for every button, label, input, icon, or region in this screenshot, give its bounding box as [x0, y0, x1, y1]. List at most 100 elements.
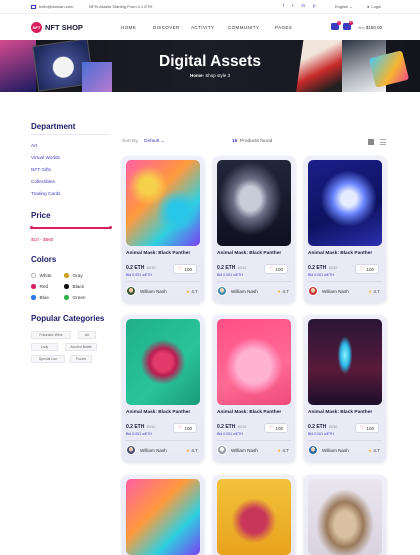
like-button[interactable]: ♡ 100 [264, 423, 288, 433]
pinterest-icon[interactable]: p [313, 3, 316, 8]
email-link[interactable]: hello@domain.com [31, 4, 73, 9]
nav-home[interactable]: HOME [121, 25, 153, 30]
category-tag[interactable]: Alcohol Bottle [65, 343, 97, 351]
like-count: 100 [184, 266, 192, 272]
like-button[interactable]: ♡ 100 [173, 264, 197, 274]
price-max-handle[interactable] [109, 226, 112, 229]
color-option-white[interactable]: White [31, 273, 51, 278]
nav-pages[interactable]: PAGES [275, 25, 295, 30]
nft-image[interactable] [308, 160, 382, 246]
login-link[interactable]: ● Login [367, 4, 381, 9]
like-button[interactable]: ♡ 100 [355, 264, 379, 274]
avatar[interactable] [217, 286, 227, 296]
product-title[interactable]: Animal Mask: Black Panther [308, 251, 372, 256]
product-card[interactable]: Animal Mask: Black Panther 0.2 ETH 10/10 … [122, 315, 204, 462]
list-view-icon[interactable] [380, 139, 386, 145]
avatar[interactable] [308, 445, 318, 455]
product-card[interactable] [122, 475, 204, 555]
stock-count: 10/10 [237, 266, 247, 270]
product-card[interactable]: Animal Mask: Black Panther 0.2 ETH 10/10 … [304, 315, 386, 462]
color-option-green[interactable]: Green [64, 295, 86, 300]
product-title[interactable]: Animal Mask: Black Panther [217, 410, 281, 415]
product-title[interactable]: Animal Mask: Black Panther [217, 251, 281, 256]
department-heading: Department [31, 122, 76, 131]
grid-view-icon[interactable] [368, 139, 374, 145]
product-card[interactable]: Animal Mask: Black Panther 0.2 ETH 10/10 … [304, 156, 386, 303]
heart-icon: ♡ [269, 266, 274, 272]
author-name[interactable]: William Nash [140, 289, 167, 294]
language-select[interactable]: English ⌄ [335, 4, 353, 9]
nav-community[interactable]: COMMUNITY [228, 25, 275, 30]
page-title: Digital Assets [159, 53, 261, 70]
heart-icon: ♡ [360, 425, 365, 431]
email-text: hello@domain.com [39, 4, 74, 9]
nft-image[interactable] [308, 319, 382, 405]
cart-icon[interactable]: 1 [343, 21, 353, 30]
stock-count: 10/10 [146, 425, 156, 429]
category-tag[interactable]: Puzzle [70, 355, 92, 363]
like-button[interactable]: ♡ 100 [173, 423, 197, 433]
color-option-blue[interactable]: Blue [31, 295, 49, 300]
price-range-text: $10 - $560 [31, 237, 54, 242]
department-item[interactable]: Virtual Worlds [31, 155, 60, 160]
avatar[interactable] [126, 445, 136, 455]
category-tag[interactable]: Special Liar [31, 355, 65, 363]
nft-image[interactable] [308, 479, 382, 555]
color-swatch [31, 273, 36, 278]
results-count: 16 Products found [232, 139, 272, 144]
product-card[interactable] [213, 475, 295, 555]
department-item[interactable]: Collectibles [31, 179, 55, 184]
color-option-red[interactable]: Red [31, 284, 48, 289]
header-icons: 1 1 [331, 21, 353, 30]
department-item[interactable]: Trading Cards [31, 191, 61, 196]
nav-discover[interactable]: DISCOVER [153, 25, 191, 30]
avatar[interactable] [126, 286, 136, 296]
avatar[interactable] [308, 286, 318, 296]
nft-image[interactable] [217, 479, 291, 555]
category-tag[interactable]: Lady [31, 343, 58, 351]
price-min-handle[interactable] [30, 226, 33, 229]
nav-activity[interactable]: ACTIVITY [191, 25, 228, 30]
logo[interactable]: NFT NFT SHOP [31, 22, 83, 33]
department-item[interactable]: NFT Gifts [31, 167, 51, 172]
cart-summary[interactable]: item $150.00 [358, 25, 382, 30]
color-option-black[interactable]: Black [64, 284, 84, 289]
nft-image[interactable] [126, 319, 200, 405]
nft-image[interactable] [126, 160, 200, 246]
wishlist-icon[interactable]: 1 [331, 21, 341, 30]
avatar[interactable] [217, 445, 227, 455]
color-option-gray[interactable]: Gray [64, 273, 83, 278]
nft-image[interactable] [126, 479, 200, 555]
product-card[interactable]: Animal Mask: Black Panther 0.2 ETH 10/10 … [213, 315, 295, 462]
rating: ★ 4.7 [186, 289, 198, 295]
sort-select[interactable]: Default ⌄ [144, 139, 165, 144]
twitter-icon[interactable]: t [292, 3, 293, 8]
breadcrumb-separator: › [202, 73, 204, 78]
breadcrumb-home[interactable]: Home [190, 73, 203, 78]
author-name[interactable]: William Nash [231, 448, 258, 453]
divider [31, 134, 109, 135]
author-name[interactable]: William Nash [322, 448, 349, 453]
facebook-icon[interactable]: f [283, 3, 284, 8]
price-slider[interactable] [31, 227, 111, 229]
top-bar: hello@domain.com NFTs Assets Starting Fr… [0, 0, 420, 13]
like-button[interactable]: ♡ 100 [355, 423, 379, 433]
like-button[interactable]: ♡ 100 [264, 264, 288, 274]
author-name[interactable]: William Nash [231, 289, 258, 294]
nft-image[interactable] [217, 319, 291, 405]
author-name[interactable]: William Nash [140, 448, 167, 453]
category-tag[interactable]: Art [78, 331, 96, 339]
product-card[interactable]: Animal Mask: Black Panther 0.2 ETH 10/10 … [213, 156, 295, 303]
product-title[interactable]: Animal Mask: Black Panther [308, 410, 372, 415]
price-value: 0.2 ETH [308, 424, 327, 430]
category-tag[interactable]: Futuristic Wine [31, 331, 71, 339]
product-card[interactable]: Animal Mask: Black Panther 0.2 ETH 10/10 … [122, 156, 204, 303]
product-card[interactable] [304, 475, 386, 555]
filter-sidebar: Department Art Virtual Worlds NFT Gifts … [30, 122, 117, 363]
department-item[interactable]: Art [31, 143, 37, 148]
product-title[interactable]: Animal Mask: Black Panther [126, 410, 190, 415]
author-name[interactable]: William Nash [322, 289, 349, 294]
product-title[interactable]: Animal Mask: Black Panther [126, 251, 190, 256]
nft-image[interactable] [217, 160, 291, 246]
linkedin-icon[interactable]: in [302, 3, 306, 8]
